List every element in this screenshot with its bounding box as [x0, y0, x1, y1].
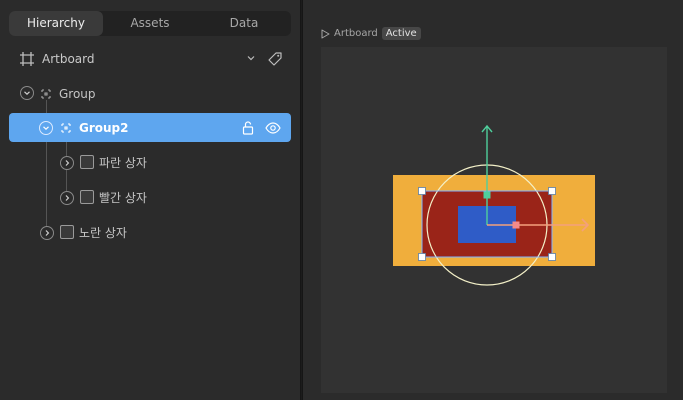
expand-toggle[interactable]: [60, 191, 74, 205]
tree-item-label: 빨간 상자: [99, 191, 147, 205]
tab-hierarchy[interactable]: Hierarchy: [9, 11, 103, 36]
chevron-right-icon: [45, 230, 50, 236]
chevron-down-icon[interactable]: [245, 51, 257, 65]
collapse-toggle[interactable]: [20, 86, 34, 100]
group-icon: [61, 123, 71, 133]
x-axis-handle[interactable]: [512, 221, 520, 229]
shape-box-icon: [80, 190, 94, 204]
chevron-right-icon: [65, 160, 70, 166]
expand-toggle[interactable]: [40, 226, 54, 240]
resize-handle[interactable]: [418, 187, 426, 195]
play-icon[interactable]: [321, 29, 330, 39]
y-axis-handle[interactable]: [483, 191, 491, 199]
chevron-down-icon: [43, 126, 49, 131]
tree-item-yellow-box[interactable]: 노란 상자: [9, 218, 291, 247]
artboard-canvas[interactable]: [321, 47, 667, 393]
shape-box-icon: [60, 225, 74, 239]
tab-data[interactable]: Data: [197, 11, 291, 36]
shape-box-icon: [80, 155, 94, 169]
group-icon: [41, 89, 51, 99]
artboard-name: Artboard: [334, 28, 378, 39]
expand-toggle[interactable]: [60, 156, 74, 170]
tree-item-label: 파란 상자: [99, 156, 147, 170]
artboard-frame-icon: [20, 52, 34, 66]
panel-tabs: Hierarchy Assets Data: [9, 11, 291, 36]
tree-item-label: Group: [59, 87, 96, 101]
tree-item-group2[interactable]: Group2: [9, 113, 291, 142]
hierarchy-panel: Hierarchy Assets Data Artboard Group Gro…: [0, 0, 301, 400]
resize-handle[interactable]: [418, 253, 426, 261]
tree-item-red-box[interactable]: 빨간 상자: [9, 183, 291, 212]
tab-assets[interactable]: Assets: [103, 11, 197, 36]
tag-icon[interactable]: [267, 51, 283, 67]
tree-item-label: Group2: [79, 121, 129, 135]
collapse-toggle[interactable]: [39, 121, 53, 135]
stage-panel: Artboard Active: [302, 0, 683, 400]
unlock-icon[interactable]: [240, 120, 256, 136]
tree-item-group[interactable]: Group: [9, 79, 291, 108]
artboard-label: Artboard: [42, 52, 95, 66]
chevron-down-icon: [24, 91, 30, 96]
state-badge: Active: [381, 27, 421, 40]
resize-handle[interactable]: [548, 187, 556, 195]
artboard-breadcrumb[interactable]: Artboard Active: [321, 27, 421, 40]
artboard-row[interactable]: Artboard: [9, 46, 291, 72]
eye-icon[interactable]: [265, 120, 281, 136]
tree-item-label: 노란 상자: [79, 226, 127, 240]
stage-drawing: [393, 124, 595, 286]
chevron-right-icon: [65, 195, 70, 201]
tree-item-blue-box[interactable]: 파란 상자: [9, 148, 291, 177]
resize-handle[interactable]: [548, 253, 556, 261]
